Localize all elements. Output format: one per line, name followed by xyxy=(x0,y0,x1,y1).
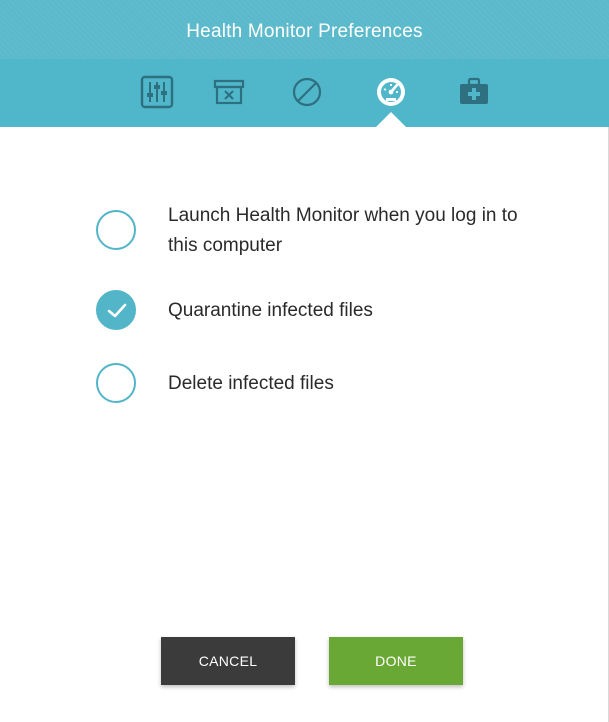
cancel-button[interactable]: CANCEL xyxy=(161,637,295,685)
done-button[interactable]: DONE xyxy=(329,637,463,685)
preferences-window: Health Monitor Preferences Launch Health… xyxy=(0,0,609,722)
archive-box-icon xyxy=(207,74,251,110)
preferences-toolbar xyxy=(0,59,609,127)
delete-infected-radio[interactable] xyxy=(96,363,136,403)
block-icon xyxy=(285,74,329,110)
active-tab-indicator xyxy=(376,112,406,127)
launch-at-login-label: Launch Health Monitor when you log in to… xyxy=(168,205,518,256)
title-bar: Health Monitor Preferences xyxy=(0,0,609,59)
tab-health-kit[interactable] xyxy=(452,74,496,114)
header: Health Monitor Preferences xyxy=(0,0,609,127)
checkmark-icon xyxy=(107,303,127,318)
sliders-icon xyxy=(135,74,179,110)
window-title: Health Monitor Preferences xyxy=(186,21,423,42)
launch-at-login-radio[interactable] xyxy=(96,210,136,250)
tab-monitor[interactable] xyxy=(369,74,413,114)
medical-kit-icon xyxy=(452,74,496,110)
quarantine-infected-radio[interactable] xyxy=(96,290,136,330)
tab-quarantine[interactable] xyxy=(207,74,251,114)
speedometer-icon xyxy=(369,74,413,110)
tab-exclusions[interactable] xyxy=(285,74,329,114)
delete-infected-label: Delete infected files xyxy=(168,373,334,394)
quarantine-infected-label: Quarantine infected files xyxy=(168,300,373,321)
tab-general[interactable] xyxy=(135,74,179,114)
